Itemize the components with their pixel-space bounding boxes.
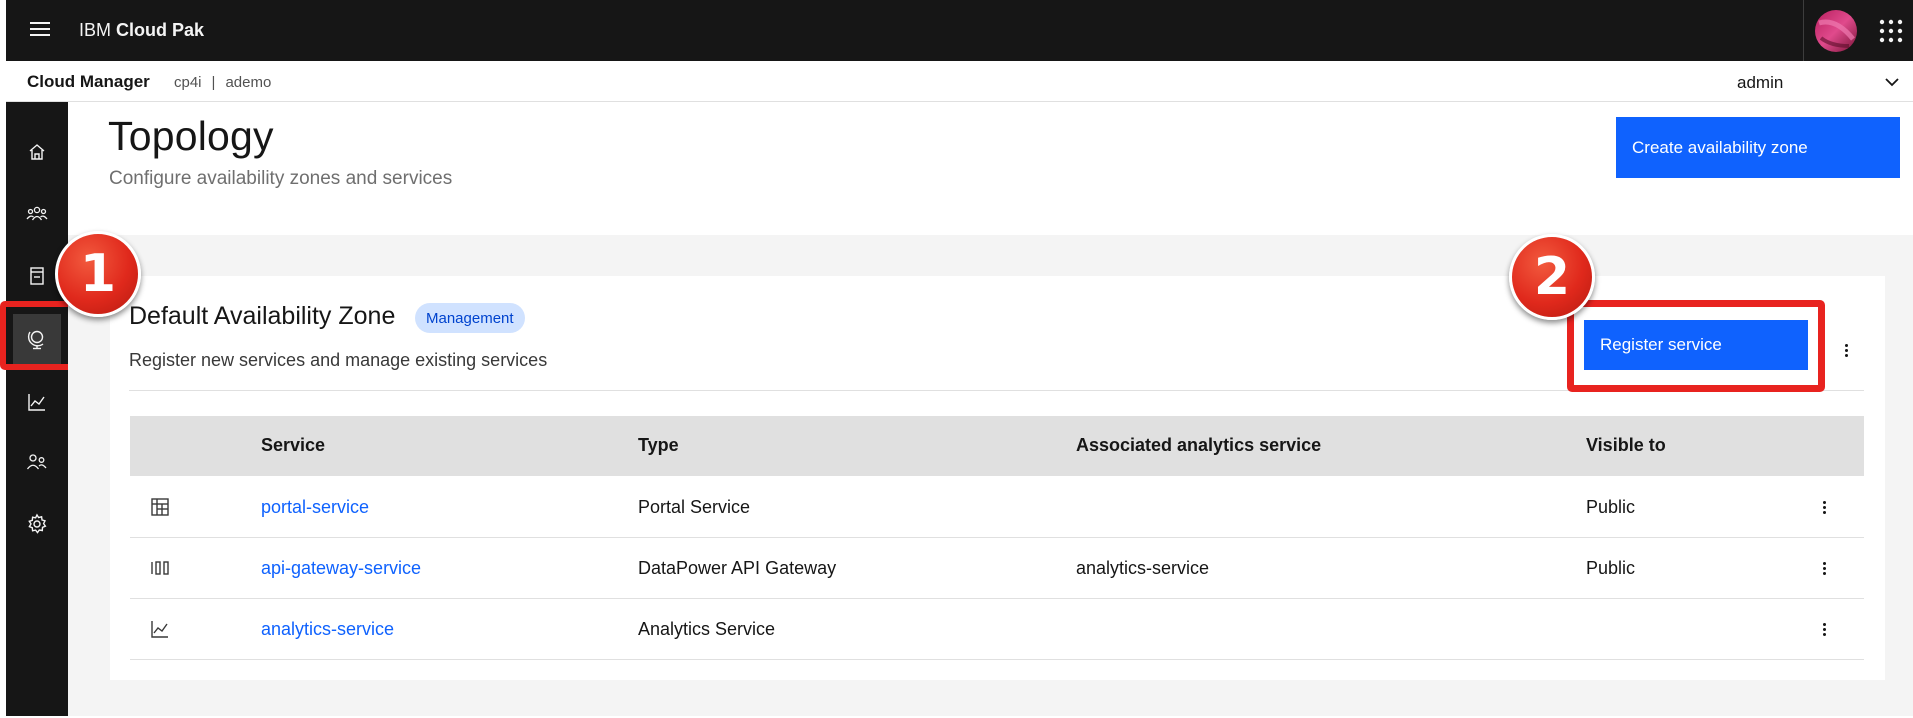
create-availability-zone-button[interactable]: Create availability zone — [1616, 117, 1900, 178]
nav-members[interactable] — [19, 444, 55, 480]
top-header: IBM Cloud Pak — [6, 0, 1913, 61]
row-overflow-menu-icon[interactable] — [1814, 619, 1834, 639]
app-title[interactable]: Cloud Manager — [27, 72, 150, 92]
chevron-down-icon — [1885, 78, 1899, 87]
service-link[interactable]: portal-service — [261, 497, 369, 518]
management-tag: Management — [415, 303, 525, 333]
service-link[interactable]: analytics-service — [261, 619, 394, 640]
table-row: portal-service Portal Service Public — [130, 477, 1864, 538]
column-header-analytics[interactable]: Associated analytics service — [1076, 435, 1321, 456]
service-link[interactable]: api-gateway-service — [261, 558, 421, 579]
sub-header: Cloud Manager cp4i | ademo admin — [6, 61, 1913, 102]
resources-icon — [30, 267, 44, 285]
product-brand[interactable]: IBM Cloud Pak — [79, 20, 204, 41]
page-subtitle: Configure availability zones and service… — [109, 168, 453, 189]
user-dropdown[interactable]: admin — [1733, 63, 1913, 100]
header-divider — [1803, 0, 1804, 61]
service-type: DataPower API Gateway — [638, 558, 837, 578]
side-navigation — [6, 102, 68, 716]
nav-analytics[interactable] — [19, 384, 55, 420]
zone-subtitle: Register new services and manage existin… — [129, 350, 548, 370]
visible-to: Public — [1586, 497, 1636, 517]
portal-icon — [151, 498, 169, 516]
gateway-icon — [151, 561, 169, 575]
visible-to: Public — [1586, 558, 1636, 578]
users-icon — [26, 206, 48, 221]
table-row: analytics-service Analytics Service — [130, 599, 1864, 660]
callout-badge-2: 2 — [1509, 234, 1595, 320]
breadcrumb-org[interactable]: ademo — [225, 74, 271, 91]
brand-name: Cloud Pak — [116, 20, 205, 40]
hamburger-menu-icon[interactable] — [26, 18, 58, 42]
column-header-visible[interactable]: Visible to — [1586, 435, 1666, 456]
column-header-service[interactable]: Service — [261, 435, 325, 456]
zone-title: Default Availability Zone — [129, 302, 396, 330]
breadcrumb-provider[interactable]: cp4i — [174, 74, 202, 91]
column-header-type[interactable]: Type — [638, 435, 679, 456]
app-switcher-icon[interactable] — [1878, 18, 1904, 44]
home-icon — [29, 144, 45, 160]
nav-users[interactable] — [19, 196, 55, 232]
nav-settings[interactable] — [19, 506, 55, 542]
nav-home[interactable] — [19, 134, 55, 170]
members-icon — [26, 454, 47, 470]
service-type: Analytics Service — [638, 619, 776, 639]
callout-badge-1: 1 — [55, 231, 141, 317]
breadcrumb-separator: | — [211, 74, 216, 91]
service-type: Portal Service — [638, 497, 751, 517]
table-row: api-gateway-service DataPower API Gatewa… — [130, 538, 1864, 599]
breadcrumb: cp4i | ademo — [174, 74, 271, 91]
nav-resources[interactable] — [19, 258, 55, 294]
register-highlight-box — [1567, 300, 1825, 392]
row-overflow-menu-icon[interactable] — [1814, 558, 1834, 578]
page-title: Topology — [108, 113, 274, 159]
zone-overflow-menu-icon[interactable] — [1836, 340, 1856, 360]
associated-analytics: analytics-service — [1076, 558, 1210, 578]
user-name: admin — [1737, 73, 1784, 92]
brand-prefix: IBM — [79, 20, 112, 40]
settings-icon — [28, 513, 47, 534]
services-table-header: Service Type Associated analytics servic… — [130, 416, 1864, 476]
user-avatar[interactable] — [1811, 6, 1861, 56]
analytics-chart-icon — [151, 621, 168, 638]
row-overflow-menu-icon[interactable] — [1814, 497, 1834, 517]
analytics-icon — [28, 394, 45, 411]
